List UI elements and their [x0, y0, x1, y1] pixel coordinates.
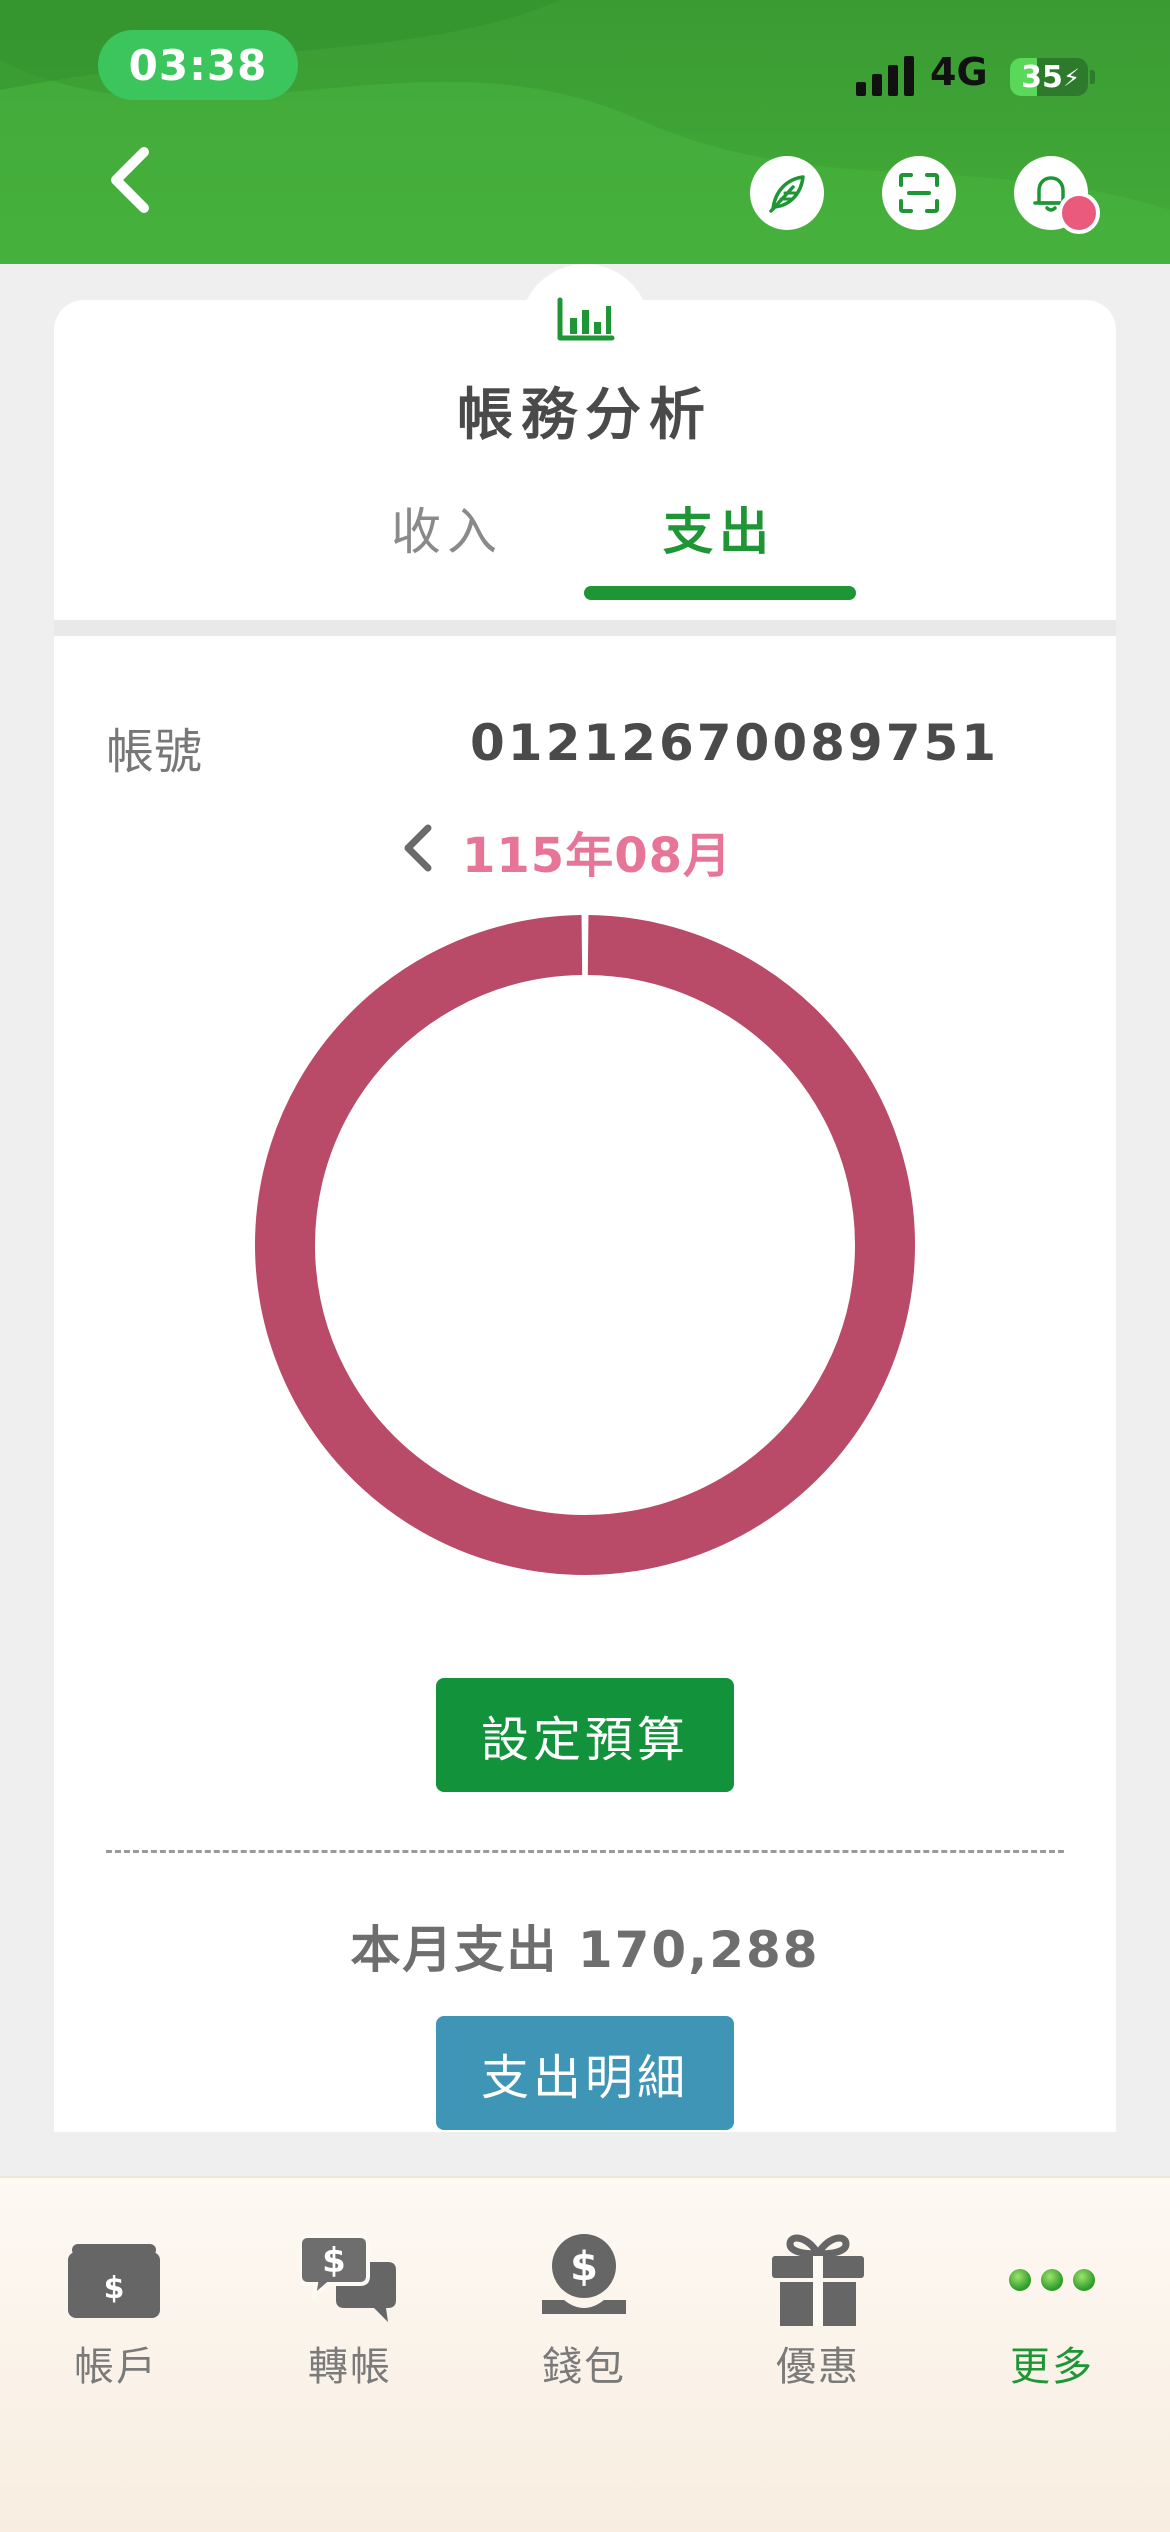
set-budget-button[interactable]: 設定預算	[436, 1678, 734, 1792]
page-title: 帳務分析	[457, 383, 713, 448]
monthly-expense-total: 本月支出 170,288	[350, 1921, 820, 1979]
tab-expense[interactable]: 支出	[584, 492, 854, 564]
status-time: 03:38	[98, 30, 298, 100]
tab-income[interactable]: 收入	[312, 492, 582, 564]
nav-item-offers[interactable]: 優惠	[728, 2230, 908, 2390]
nav-label: 錢包	[542, 2344, 626, 2390]
leaf-button[interactable]	[750, 156, 824, 230]
leaf-icon	[769, 175, 805, 213]
signal-icon	[856, 56, 914, 96]
coin-hand-icon: $	[542, 2234, 626, 2314]
more-dots-icon	[1009, 2269, 1095, 2291]
active-tab-indicator	[584, 586, 856, 600]
card-divider	[54, 620, 1116, 636]
svg-text:$: $	[322, 2241, 346, 2281]
notification-badge	[1058, 192, 1100, 234]
charging-bolt-icon: ⚡	[1063, 64, 1080, 92]
nav-label: 更多	[1010, 2344, 1094, 2390]
period-label: 115年08月	[462, 828, 732, 884]
account-number[interactable]: 01212670089751	[470, 714, 999, 772]
scan-icon	[899, 173, 939, 213]
previous-month-button[interactable]	[398, 820, 438, 876]
analysis-title-card	[54, 300, 1116, 620]
account-label: 帳號	[106, 724, 203, 780]
wallet-icon: $	[68, 2244, 160, 2318]
nav-label: 帳戶	[74, 2344, 158, 2390]
battery-indicator: 35 ⚡	[1010, 58, 1088, 96]
nav-label: 轉帳	[308, 2344, 392, 2390]
expense-donut-chart	[255, 915, 915, 1575]
svg-text:$: $	[104, 2271, 125, 2306]
scan-button[interactable]	[882, 156, 956, 230]
battery-cap	[1090, 70, 1095, 84]
chat-dollar-icon: $	[300, 2234, 396, 2322]
expense-detail-button[interactable]: 支出明細	[436, 2016, 734, 2130]
nav-item-account[interactable]: $ 帳戶	[26, 2230, 206, 2390]
nav-item-more[interactable]: 更多	[962, 2230, 1142, 2390]
chevron-left-icon	[404, 824, 432, 872]
chevron-left-icon	[111, 147, 149, 213]
donut-slice	[255, 915, 915, 1575]
dashed-divider	[106, 1850, 1064, 1853]
svg-text:$: $	[570, 2244, 598, 2290]
nav-label: 優惠	[776, 2344, 860, 2390]
nav-item-transfer[interactable]: $ 轉帳	[260, 2230, 440, 2390]
nav-item-wallet[interactable]: $ 錢包	[494, 2230, 674, 2390]
bar-chart-icon	[557, 297, 615, 341]
back-button[interactable]	[96, 140, 166, 220]
gift-icon	[772, 2234, 864, 2326]
network-type: 4G	[930, 50, 988, 94]
